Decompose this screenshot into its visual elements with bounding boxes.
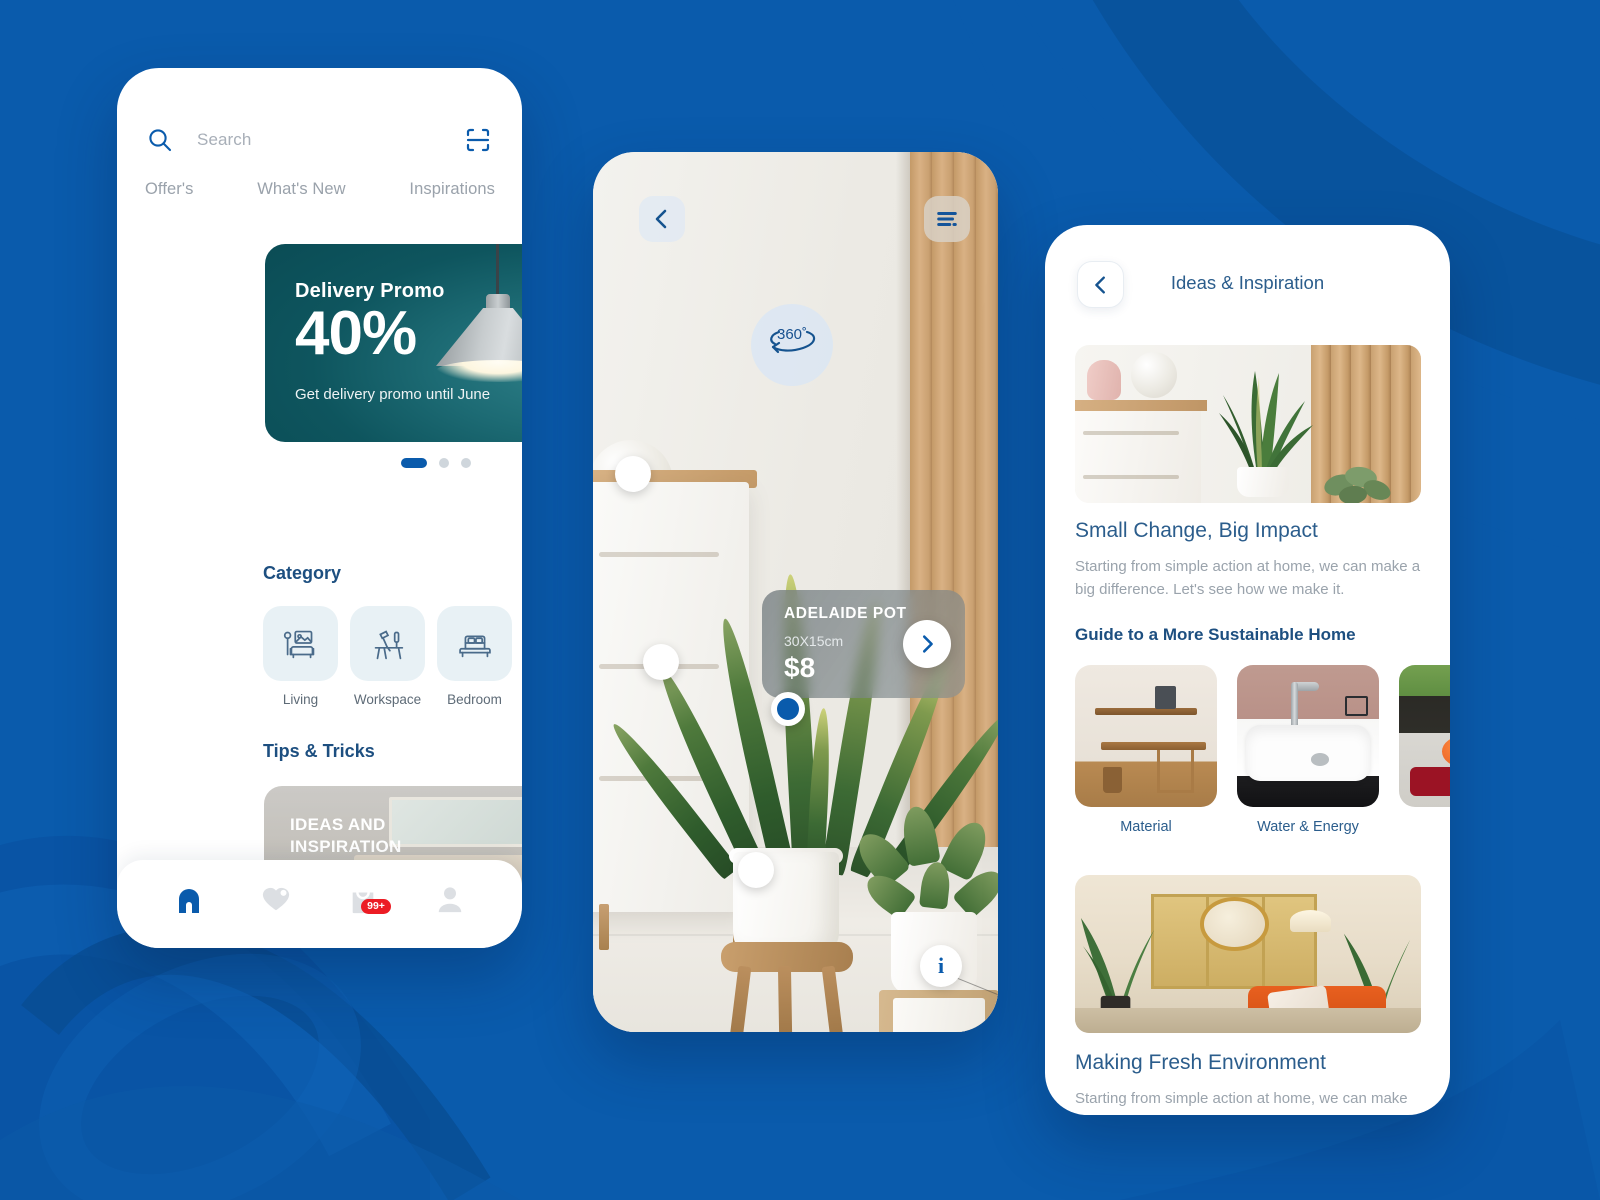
menu-button[interactable] (924, 196, 970, 242)
guide-item-food[interactable]: Food (1399, 665, 1450, 835)
category-label: Bedroom (447, 692, 502, 707)
plant-left-image (1075, 884, 1158, 1021)
wooden-stool (721, 942, 853, 1032)
category-item-bedroom[interactable]: Bedroom (437, 606, 512, 707)
category-label: Living (282, 692, 319, 707)
product-next-button[interactable] (903, 620, 951, 668)
ar-hotspot-active[interactable] (771, 692, 805, 726)
tab-whats-new[interactable]: What's New (257, 180, 346, 199)
chevron-right-icon (922, 635, 933, 653)
tips-card-text: IDEAS AND INSPIRATION (290, 814, 402, 858)
snake-plant-image (1193, 355, 1329, 485)
tab-offers[interactable]: Offer's (145, 180, 193, 199)
tips-title: Tips & Tricks (263, 741, 375, 761)
carousel-dot-3[interactable] (461, 458, 471, 468)
product-info-card[interactable]: ADELAIDE POT 30X15cm $8 (762, 590, 965, 698)
scan-icon[interactable] (464, 126, 492, 154)
guide-item-water-energy[interactable]: Water & Energy (1237, 665, 1379, 835)
guide-item-material[interactable]: Material (1075, 665, 1217, 835)
article-body-2: Starting from simple action at home, we … (1075, 1090, 1408, 1107)
tips-card-line2: INSPIRATION (290, 836, 402, 856)
carousel-dot-1[interactable] (401, 458, 427, 468)
guide-thumbnail-water-energy (1237, 665, 1379, 807)
article-heading-1: Small Change, Big Impact (1075, 519, 1318, 542)
tab-inspirations[interactable]: Inspirations (409, 180, 495, 199)
product-size: 30X15cm (784, 633, 844, 649)
list-menu-icon (937, 211, 957, 227)
bed-icon (437, 606, 512, 681)
product-price: $8 (784, 652, 816, 683)
heart-icon (262, 887, 289, 911)
category-section-header: Category More (263, 563, 522, 584)
page-title: Ideas & Inspiration (1170, 272, 1325, 293)
promo-subtitle: Get delivery promo until June (295, 386, 491, 403)
nav-item-home[interactable] (169, 879, 209, 919)
category-title: Category (263, 563, 342, 583)
person-icon (439, 887, 462, 913)
guide-label: Material (1120, 819, 1172, 835)
category-tabs: Offer's What's New Inspirations (145, 180, 495, 199)
desk-lamp-icon (350, 606, 425, 681)
home-icon (178, 889, 199, 913)
carousel-dot-2[interactable] (439, 458, 449, 468)
nav-item-profile[interactable] (430, 879, 470, 919)
carousel-dots (265, 458, 522, 468)
guide-heading: Guide to a More Sustainable Home (1075, 625, 1356, 644)
guide-label: Food (1399, 819, 1450, 835)
article-heading-2: Making Fresh Environment (1075, 1051, 1326, 1074)
phone-ideas-screen: Ideas & Inspiration Small Change, Big Im… (1045, 225, 1450, 1115)
chevron-left-icon (655, 209, 667, 229)
promo-percent: 40% (295, 299, 417, 368)
ar-hotspot[interactable] (738, 852, 774, 888)
guide-thumbnail-material (1075, 665, 1217, 807)
back-button[interactable] (639, 196, 685, 242)
category-label: Workspace (353, 692, 422, 707)
ar-hotspot[interactable] (643, 644, 679, 680)
ideas-header: Ideas & Inspiration (1045, 261, 1450, 313)
article-body-1: Starting from simple action at home, we … (1075, 558, 1421, 599)
search-bar[interactable]: Search (147, 120, 492, 160)
article-hero-image-1[interactable] (1075, 345, 1421, 503)
tips-section-header: Tips & Tricks (263, 741, 522, 762)
search-icon (147, 127, 173, 153)
cart-badge: 99+ (361, 899, 391, 914)
ar-hotspot[interactable] (615, 456, 651, 492)
search-input[interactable]: Search (197, 130, 251, 150)
info-icon[interactable]: i (920, 945, 962, 987)
category-item-workspace[interactable]: Workspace (350, 606, 425, 707)
guide-list: Material Water & Energy Food (1075, 665, 1450, 835)
guide-label: Water & Energy (1257, 819, 1359, 835)
nav-item-cart[interactable]: 99+ (343, 879, 391, 919)
promo-carousel: Delivery Promo 40% Get delivery promo un… (117, 244, 522, 449)
tips-card-line1: IDEAS AND (290, 815, 386, 834)
rotate-360-button[interactable]: 360˚ (751, 304, 833, 386)
rotate-360-icon (770, 330, 816, 354)
sofa-icon (263, 606, 338, 681)
phone-ar-product-screen: 360˚ ADELAIDE POT 30X15cm $8 i (593, 152, 998, 1032)
category-item-living[interactable]: Living (263, 606, 338, 707)
promo-card-active[interactable]: Delivery Promo 40% Get delivery promo un… (265, 244, 522, 442)
pendant-lamp-image (424, 244, 522, 394)
guide-thumbnail-food (1399, 665, 1450, 807)
product-name: ADELAIDE POT (784, 605, 907, 622)
category-list: Living Workspace Bedroom (263, 606, 522, 707)
nav-item-favorites[interactable] (256, 879, 296, 919)
small-plant-image (1321, 457, 1393, 503)
bottom-navigation: 99+ (117, 860, 522, 948)
phone-home-screen: Search Offer's What's New Inspirations D… (117, 68, 522, 948)
article-hero-image-2[interactable] (1075, 875, 1421, 1033)
